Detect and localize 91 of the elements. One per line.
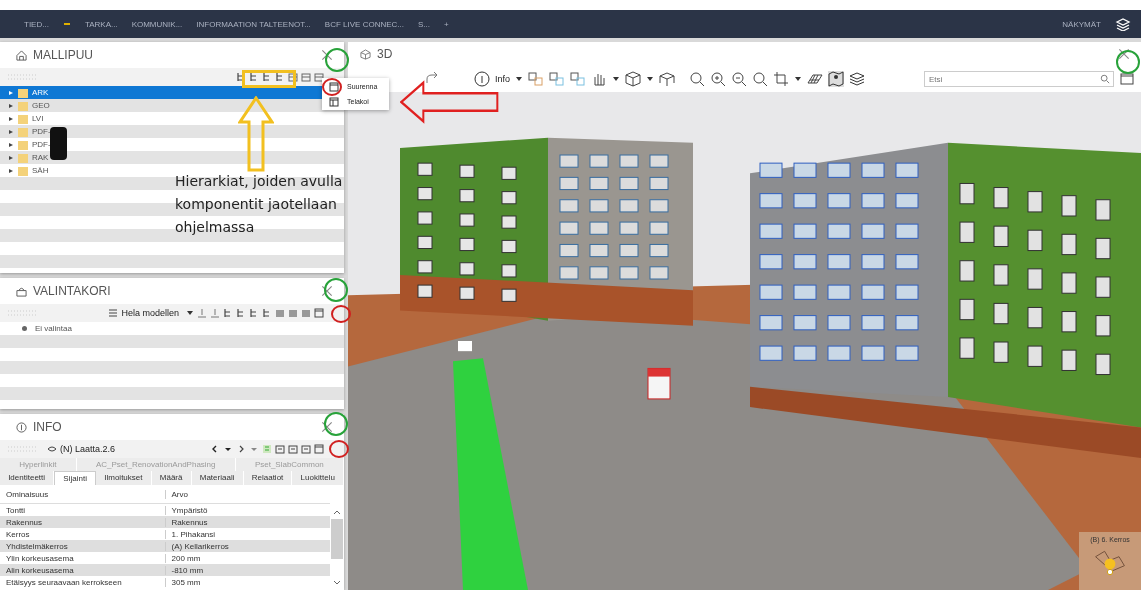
layers-icon[interactable]: [849, 71, 865, 87]
info-tab[interactable]: Materiaali: [191, 471, 244, 485]
crop-icon[interactable]: [773, 71, 789, 87]
top-menu-tab[interactable]: BCF LIVE CONNEC...: [324, 19, 404, 29]
top-menu-tab[interactable]: S...: [417, 19, 430, 29]
panel-icon[interactable]: [329, 96, 339, 107]
highlight-circle: [1116, 50, 1140, 74]
table-cell-text: Tontti: [5, 505, 27, 515]
tree-item[interactable]: PDF-: [0, 138, 344, 151]
panel-title: VALINTAKORI: [33, 284, 111, 298]
info-tab[interactable]: Ilmoitukset: [96, 471, 152, 485]
table-cell-text: Kerros: [5, 529, 31, 539]
caret-icon[interactable]: [646, 75, 654, 83]
caret-icon[interactable]: [186, 309, 194, 317]
stack-icon[interactable]: [1115, 17, 1131, 31]
zoom-icon[interactable]: [689, 71, 705, 87]
basket-icon: [16, 285, 27, 297]
camera-icon: [1092, 549, 1128, 577]
top-menu-tab[interactable]: TARKA...: [84, 19, 118, 29]
zoom-icon[interactable]: [731, 71, 747, 87]
tree-item[interactable]: RAK: [0, 151, 344, 164]
hierarchy-icon[interactable]: [262, 72, 272, 82]
close-icon[interactable]: [320, 48, 334, 62]
search-field[interactable]: Etsi: [924, 71, 1114, 87]
close-icon[interactable]: [320, 420, 334, 434]
cube-icon: [360, 48, 371, 60]
info-icon[interactable]: [474, 71, 490, 87]
close-icon[interactable]: [1117, 47, 1131, 61]
scope-dropdown[interactable]: Hela modellen: [121, 308, 179, 318]
table-cell-text: Ylin korkeusasema: [5, 553, 75, 563]
close-icon[interactable]: [320, 284, 334, 298]
top-menu-tab[interactable]: TIED...: [24, 19, 49, 29]
top-menu-tab[interactable]: INFORMAATION TALTEENOT...: [196, 19, 311, 29]
panel-title: MALLIPUU: [33, 48, 94, 62]
scrollbar[interactable]: [330, 485, 344, 590]
hierarchy-icon[interactable]: [249, 308, 259, 318]
hierarchy-icon[interactable]: [275, 72, 285, 82]
scroll-up-icon[interactable]: [332, 509, 342, 515]
info-tab[interactable]: Sijainti: [54, 471, 97, 485]
highlight-circle: [331, 305, 351, 323]
annotation-text: Hierarkiat, joiden avulla komponentit jaotellaan ohjelmassa: [175, 172, 344, 237]
window-icon[interactable]: [314, 308, 324, 318]
basket-row: Ei valintaa: [0, 322, 344, 335]
tree-item[interactable]: PDF-: [0, 125, 344, 138]
tree-item[interactable]: LVI: [0, 112, 344, 125]
info-button[interactable]: Info: [495, 74, 510, 84]
column-header: Ominaisuus: [5, 489, 50, 499]
panel-title: INFO: [33, 420, 62, 434]
hierarchy-icon[interactable]: [262, 308, 272, 318]
window-icon[interactable]: [314, 444, 324, 454]
info-tab[interactable]: Relaatiot: [243, 471, 293, 485]
panel-title: 3D: [377, 47, 393, 61]
window-icon[interactable]: [329, 81, 339, 92]
highlight-box: [242, 70, 296, 88]
zoom-icon[interactable]: [710, 71, 726, 87]
scroll-down-icon[interactable]: [332, 580, 342, 586]
section-box-icon[interactable]: [659, 71, 675, 87]
redaction-mark: [50, 127, 67, 160]
caret-icon[interactable]: [515, 75, 523, 83]
window-icon[interactable]: [1119, 71, 1135, 87]
top-menu-tab[interactable]: KOMMUNIK...: [131, 19, 183, 29]
highlight-circle: [324, 412, 348, 436]
hierarchy-icon[interactable]: [223, 308, 233, 318]
hierarchy-icon[interactable]: [249, 72, 259, 82]
highlight-circle: [325, 48, 349, 72]
zoom-icon[interactable]: [752, 71, 768, 87]
component-name: (N) Laatta.2.6: [60, 444, 116, 454]
caret-icon[interactable]: [612, 75, 620, 83]
info-icon: [16, 421, 27, 433]
table-cell-text: Yhdistelmäkerros: [5, 541, 69, 551]
eye-icon: [47, 444, 57, 454]
info-tab[interactable]: Määrä: [151, 471, 192, 485]
kiosk-drawing: [647, 367, 671, 400]
search-icon[interactable]: [1100, 74, 1110, 84]
highlight-circle: [329, 440, 349, 458]
home-icon: [16, 49, 27, 61]
table-cell-text: Etäisyys seuraavaan kerrokseen: [5, 577, 123, 587]
views-menu[interactable]: NÄKYMÄT: [1062, 19, 1101, 29]
caret-icon[interactable]: [794, 75, 802, 83]
block-drawing: [458, 341, 472, 352]
table-cell-text: Alin korkeusasema: [5, 565, 75, 575]
map-pin-icon[interactable]: [828, 71, 844, 87]
grid-plane-icon[interactable]: [807, 71, 823, 87]
hierarchy-icon[interactable]: [236, 308, 246, 318]
highlight-circle: [322, 78, 342, 96]
highlight-circle: [324, 278, 348, 302]
cube-icon[interactable]: [625, 71, 641, 87]
tree-item[interactable]: GEO: [0, 99, 344, 112]
list-icon: [108, 308, 119, 318]
table-cell-text: Rakennus: [5, 517, 44, 527]
add-tab-button[interactable]: +: [444, 19, 449, 29]
